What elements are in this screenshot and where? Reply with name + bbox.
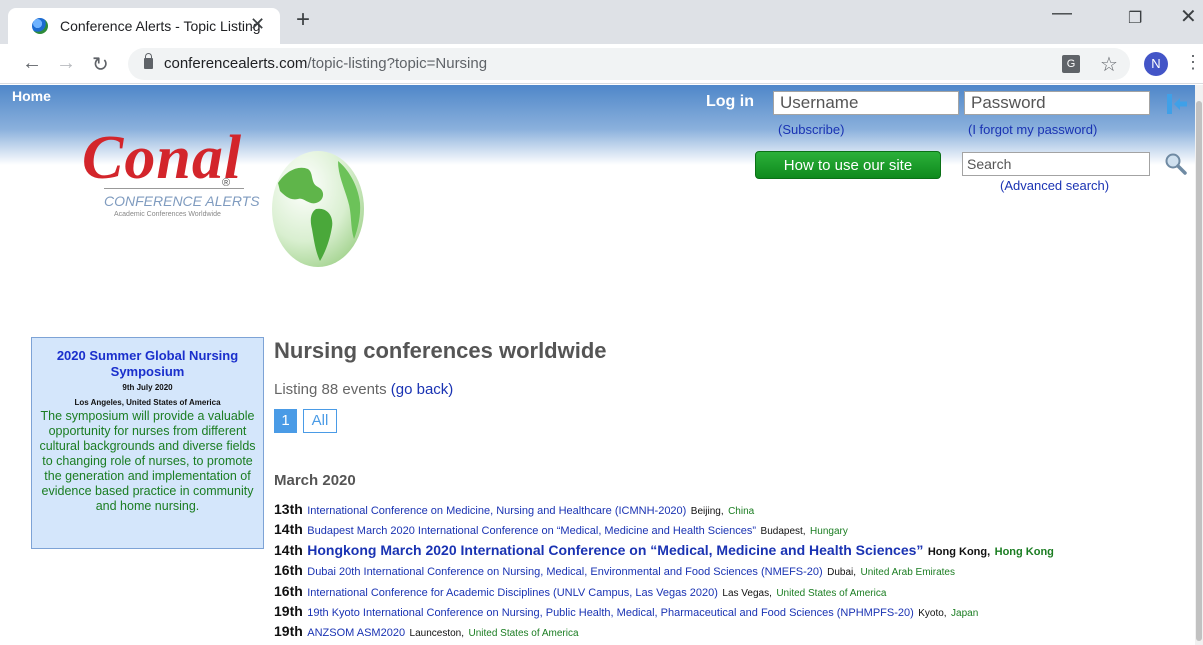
translate-icon[interactable]: G: [1062, 55, 1080, 73]
event-row-featured: 14th Hongkong March 2020 International C…: [274, 540, 1194, 560]
event-title-link[interactable]: International Conference on Medicine, Nu…: [307, 505, 686, 517]
globe-favicon-icon: [32, 18, 48, 34]
lock-icon[interactable]: [144, 53, 153, 69]
logo-subtitle: CONFERENCE ALERTS: [104, 193, 260, 209]
login-arrow-icon[interactable]: [1165, 92, 1189, 116]
restore-icon[interactable]: ❐: [1128, 8, 1142, 28]
browser-tab[interactable]: Conference Alerts - Topic Listing ✕: [8, 8, 280, 44]
event-city: Beijing,: [690, 506, 724, 517]
conal-logo[interactable]: Conal ® CONFERENCE ALERTS Academic Confe…: [82, 123, 382, 273]
event-title-link[interactable]: Budapest March 2020 International Confer…: [307, 525, 756, 537]
logo-divider: [104, 188, 244, 189]
pagination-page-1[interactable]: 1: [274, 409, 297, 433]
event-day: 19th: [274, 623, 303, 640]
event-city: Las Vegas,: [722, 587, 772, 599]
event-title-link[interactable]: ANZSOM ASM2020: [307, 627, 405, 639]
event-row: 16th International Conference for Academ…: [274, 581, 1194, 601]
ad-location: Los Angeles, United States of America: [74, 398, 221, 407]
event-title-link[interactable]: Hongkong March 2020 International Confer…: [307, 542, 923, 558]
how-to-use-button[interactable]: How to use our site: [755, 151, 941, 179]
event-country-link[interactable]: United Arab Emirates: [861, 567, 956, 578]
event-row: 14th Budapest March 2020 International C…: [274, 519, 1194, 539]
browser-tab-bar: Conference Alerts - Topic Listing ✕ + — …: [0, 0, 1203, 44]
forgot-password-link[interactable]: (I forgot my password): [968, 122, 1097, 137]
reload-icon[interactable]: ↻: [92, 52, 109, 77]
tab-close-icon[interactable]: ✕: [250, 14, 265, 35]
pagination-all[interactable]: All: [303, 409, 337, 433]
event-day: 14th: [274, 521, 303, 538]
password-field[interactable]: Password: [964, 91, 1150, 115]
web-page: Home Conal ® CONFERENCE ALERTS Academic …: [0, 85, 1203, 645]
browser-toolbar: ← → ↻ conferencealerts.com/topic-listing…: [0, 44, 1203, 84]
back-arrow-icon[interactable]: ←: [22, 52, 42, 75]
event-day: 16th: [274, 582, 303, 599]
event-country-link[interactable]: Hungary: [810, 526, 848, 537]
login-label: Log in: [706, 93, 754, 110]
event-row: 16th Dubai 20th International Conference…: [274, 560, 1194, 580]
globe-icon: [272, 151, 364, 267]
page-title: Nursing conferences worldwide: [274, 338, 607, 363]
featured-event-ad[interactable]: 2020 Summer Global Nursing Symposium 9th…: [31, 337, 264, 549]
event-title-link[interactable]: 19th Kyoto International Conference on N…: [307, 607, 914, 619]
search-input[interactable]: Search: [962, 152, 1150, 176]
ad-date: 9th July 2020: [122, 383, 173, 392]
event-row: 13th International Conference on Medicin…: [274, 499, 1194, 519]
advanced-search-link[interactable]: (Advanced search): [1000, 178, 1109, 193]
scrollbar-thumb[interactable]: [1196, 101, 1202, 641]
event-title-link[interactable]: International Conference for Academic Di…: [307, 587, 718, 599]
event-country-link[interactable]: China: [728, 506, 754, 517]
event-country-link[interactable]: United States of America: [776, 588, 886, 599]
url-text[interactable]: conferencealerts.com/topic-listing?topic…: [164, 55, 487, 72]
search-icon[interactable]: [1164, 152, 1188, 176]
event-city: Kyoto,: [918, 607, 947, 619]
ad-description: The symposium will provide a valuable op…: [39, 409, 256, 513]
address-bar[interactable]: conferencealerts.com/topic-listing?topic…: [128, 48, 1130, 80]
event-city: Dubai,: [827, 567, 857, 579]
tab-title: Conference Alerts - Topic Listing: [60, 18, 261, 34]
event-city: Budapest,: [760, 526, 806, 538]
event-country-link[interactable]: Japan: [951, 608, 978, 619]
subscribe-link[interactable]: (Subscribe): [778, 122, 844, 137]
username-field[interactable]: Username: [773, 91, 959, 115]
bookmark-star-icon[interactable]: ☆: [1100, 52, 1118, 77]
event-day: 16th: [274, 562, 303, 579]
logo-wordmark: Conal: [82, 124, 243, 192]
event-list: 13th International Conference on Medicin…: [274, 499, 1194, 642]
minimize-icon[interactable]: —: [1052, 2, 1072, 25]
profile-avatar[interactable]: N: [1144, 52, 1168, 76]
event-country-link[interactable]: Hong Kong: [995, 546, 1054, 558]
event-row: 19th 19th Kyoto International Conference…: [274, 601, 1194, 621]
listing-count: Listing 88 events (go back): [274, 381, 453, 398]
home-link[interactable]: Home: [12, 88, 51, 104]
event-row: 19th ANZSOM ASM2020 Launceston, United S…: [274, 621, 1194, 641]
event-day: 19th: [274, 602, 303, 619]
ad-title[interactable]: 2020 Summer Global Nursing Symposium: [32, 348, 263, 380]
event-day: 13th: [274, 501, 303, 517]
close-window-icon[interactable]: ✕: [1180, 4, 1197, 29]
logo-tagline: Academic Conferences Worldwide: [114, 211, 221, 218]
event-title-link[interactable]: Dubai 20th International Conference on N…: [307, 566, 822, 578]
new-tab-button[interactable]: +: [296, 8, 310, 32]
kebab-menu-icon[interactable]: ⋮: [1184, 52, 1202, 73]
event-day: 14th: [274, 541, 303, 558]
forward-arrow-icon[interactable]: →: [56, 52, 76, 75]
event-country-link[interactable]: United States of America: [468, 628, 578, 639]
event-city: Launceston,: [409, 628, 465, 640]
go-back-link[interactable]: (go back): [391, 381, 454, 398]
month-heading: March 2020: [274, 472, 356, 489]
listing-count-text: Listing 88 events: [274, 381, 387, 398]
event-city: Hong Kong,: [927, 545, 991, 558]
